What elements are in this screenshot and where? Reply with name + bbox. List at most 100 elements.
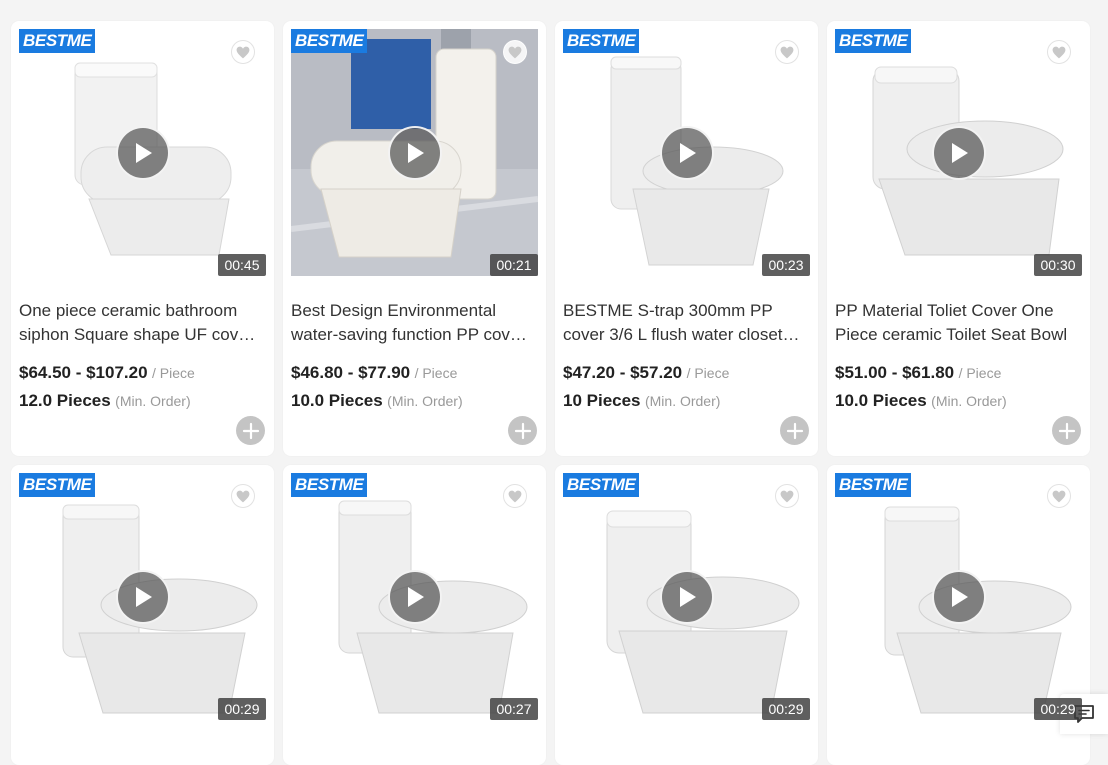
min-order-label: (Min. Order)	[931, 393, 1007, 409]
product-card[interactable]: BESTME 00:29	[11, 465, 274, 765]
play-video-button[interactable]	[388, 570, 442, 624]
favorite-button[interactable]	[775, 40, 799, 64]
brand-badge: BESTME	[563, 473, 640, 497]
min-order-label: (Min. Order)	[387, 393, 463, 409]
add-to-compare-button[interactable]	[508, 416, 537, 445]
product-thumbnail[interactable]: BESTME 00:27	[291, 473, 538, 720]
price-range: $51.00 - $61.80	[835, 363, 955, 382]
product-thumbnail[interactable]: BESTME 00:29	[19, 473, 266, 720]
product-card[interactable]: BESTME 00:29	[555, 465, 818, 765]
product-title[interactable]: BESTME S-trap 300mm PP cover 3/6 L flush…	[563, 299, 808, 347]
moq-line: 10.0 Pieces (Min. Order)	[291, 391, 463, 411]
play-video-button[interactable]	[932, 570, 986, 624]
play-icon	[136, 143, 152, 163]
plus-icon	[786, 422, 803, 439]
video-duration: 00:27	[490, 698, 538, 720]
play-video-button[interactable]	[388, 126, 442, 180]
product-title[interactable]: Best Design Environmental water-saving f…	[291, 299, 536, 347]
price-range: $46.80 - $77.90	[291, 363, 411, 382]
product-card[interactable]: BESTME 00:21 Best Design Environmental w…	[283, 21, 546, 456]
product-thumbnail[interactable]: BESTME 00:23	[563, 29, 810, 276]
add-to-compare-button[interactable]	[780, 416, 809, 445]
heart-icon	[236, 490, 250, 502]
brand-badge: BESTME	[291, 473, 368, 497]
product-card[interactable]: BESTME 00:27	[283, 465, 546, 765]
plus-icon	[514, 422, 531, 439]
price-unit: / Piece	[958, 365, 1002, 381]
plus-icon	[242, 422, 259, 439]
favorite-button[interactable]	[231, 40, 255, 64]
min-order-label: (Min. Order)	[115, 393, 191, 409]
min-order-quantity: 10.0 Pieces	[291, 391, 383, 410]
price-line: $47.20 - $57.20 / Piece	[563, 363, 729, 383]
moq-line: 10.0 Pieces (Min. Order)	[835, 391, 1007, 411]
play-video-button[interactable]	[660, 570, 714, 624]
video-duration: 00:45	[218, 254, 266, 276]
video-duration: 00:30	[1034, 254, 1082, 276]
play-icon	[408, 587, 424, 607]
price-range: $47.20 - $57.20	[563, 363, 683, 382]
favorite-button[interactable]	[503, 484, 527, 508]
product-card[interactable]: BESTME 00:30 PP Material Toliet Cover On…	[827, 21, 1090, 456]
price-range: $64.50 - $107.20	[19, 363, 148, 382]
video-duration: 00:29	[218, 698, 266, 720]
heart-icon	[1052, 490, 1066, 502]
min-order-label: (Min. Order)	[644, 393, 721, 409]
play-video-button[interactable]	[116, 126, 170, 180]
price-line: $51.00 - $61.80 / Piece	[835, 363, 1001, 383]
brand-badge: BESTME	[835, 29, 912, 53]
heart-icon	[236, 46, 250, 58]
favorite-button[interactable]	[775, 484, 799, 508]
price-unit: / Piece	[414, 365, 458, 381]
add-to-compare-button[interactable]	[1052, 416, 1081, 445]
brand-badge: BESTME	[19, 473, 96, 497]
moq-line: 12.0 Pieces (Min. Order)	[19, 391, 191, 411]
play-icon	[408, 143, 424, 163]
brand-badge: BESTME	[835, 473, 912, 497]
price-line: $64.50 - $107.20 / Piece	[19, 363, 195, 383]
play-icon	[952, 143, 968, 163]
video-duration: 00:23	[762, 254, 810, 276]
product-thumbnail[interactable]: BESTME 00:21	[291, 29, 538, 276]
video-duration: 00:29	[1034, 698, 1082, 720]
heart-icon	[780, 490, 794, 502]
play-icon	[952, 587, 968, 607]
product-title[interactable]: One piece ceramic bathroom siphon Square…	[19, 299, 264, 347]
heart-icon	[780, 46, 794, 58]
favorite-button[interactable]	[231, 484, 255, 508]
price-unit: / Piece	[152, 365, 195, 381]
min-order-quantity: 10.0 Pieces	[835, 391, 927, 410]
plus-icon	[1058, 422, 1075, 439]
product-thumbnail[interactable]: BESTME 00:29	[563, 473, 810, 720]
product-thumbnail[interactable]: BESTME 00:45	[19, 29, 266, 276]
favorite-button[interactable]	[1047, 40, 1071, 64]
play-icon	[680, 143, 696, 163]
favorite-button[interactable]	[1047, 484, 1071, 508]
brand-badge: BESTME	[563, 29, 640, 53]
video-duration: 00:21	[490, 254, 538, 276]
play-video-button[interactable]	[660, 126, 714, 180]
favorite-button[interactable]	[503, 40, 527, 64]
product-title[interactable]: PP Material Toliet Cover One Piece ceram…	[835, 299, 1080, 347]
video-duration: 00:29	[762, 698, 810, 720]
heart-icon	[508, 46, 522, 58]
product-card[interactable]: BESTME 00:23 BESTME S-trap 300mm PP cove…	[555, 21, 818, 456]
product-thumbnail[interactable]: BESTME 00:30	[835, 29, 1082, 276]
heart-icon	[1052, 46, 1066, 58]
product-grid: BESTME 00:45 One piece ceramic bathroom …	[11, 21, 1090, 765]
play-icon	[680, 587, 696, 607]
brand-badge: BESTME	[19, 29, 96, 53]
product-card[interactable]: BESTME 00:45 One piece ceramic bathroom …	[11, 21, 274, 456]
brand-badge: BESTME	[291, 29, 368, 53]
min-order-quantity: 10 Pieces	[563, 391, 641, 410]
add-to-compare-button[interactable]	[236, 416, 265, 445]
min-order-quantity: 12.0 Pieces	[19, 391, 111, 410]
moq-line: 10 Pieces (Min. Order)	[563, 391, 720, 411]
heart-icon	[508, 490, 522, 502]
price-unit: / Piece	[686, 365, 730, 381]
product-thumbnail[interactable]: BESTME 00:29	[835, 473, 1082, 720]
product-card[interactable]: BESTME 00:29	[827, 465, 1090, 765]
play-video-button[interactable]	[932, 126, 986, 180]
price-line: $46.80 - $77.90 / Piece	[291, 363, 457, 383]
play-video-button[interactable]	[116, 570, 170, 624]
